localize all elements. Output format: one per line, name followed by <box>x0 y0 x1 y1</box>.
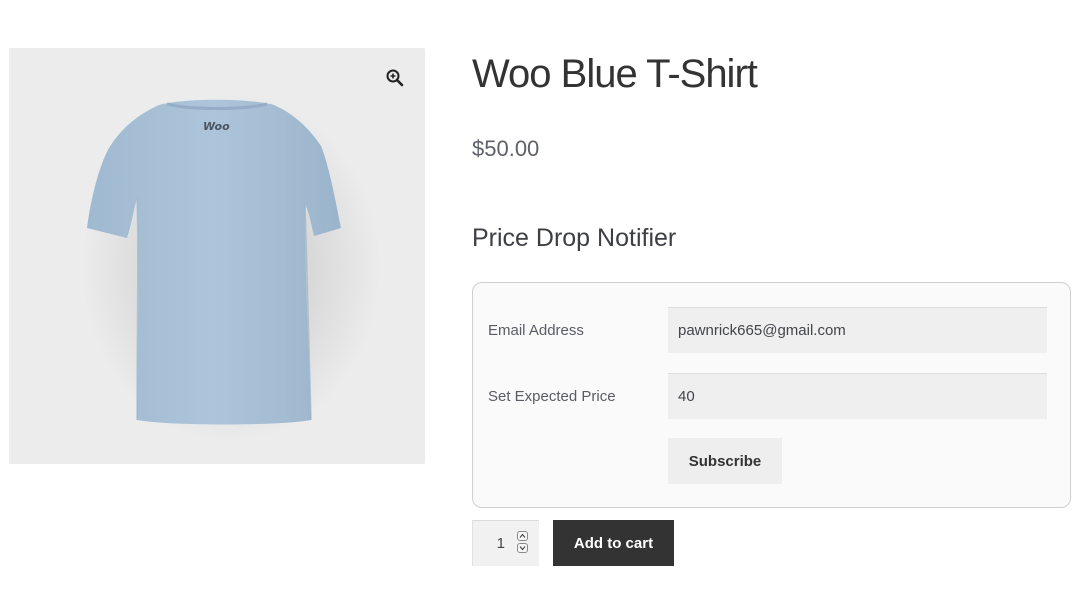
product-gallery[interactable]: Woo <box>9 48 425 464</box>
quantity-stepper[interactable]: 1 <box>472 520 539 566</box>
product-page: Woo Woo Blue T-Shirt $50.00 Price Drop N… <box>0 0 1080 608</box>
zoom-icon[interactable] <box>385 68 405 88</box>
expected-price-field[interactable] <box>668 373 1047 419</box>
quantity-value: 1 <box>496 535 505 552</box>
product-price: $50.00 <box>472 136 540 161</box>
price-drop-notifier-heading: Price Drop Notifier <box>472 224 677 252</box>
chevron-up-icon[interactable] <box>517 531 528 541</box>
product-image: Woo <box>81 93 381 443</box>
chevron-down-icon[interactable] <box>517 543 528 553</box>
price-drop-notifier-form: Email Address Set Expected Price Subscri… <box>472 282 1071 508</box>
email-label: Email Address <box>488 322 584 339</box>
subscribe-button[interactable]: Subscribe <box>668 438 782 484</box>
expected-price-label: Set Expected Price <box>488 388 616 405</box>
email-field[interactable] <box>668 307 1047 353</box>
product-title: Woo Blue T-Shirt <box>472 52 758 96</box>
shirt-logo: Woo <box>203 120 230 133</box>
add-to-cart-button[interactable]: Add to cart <box>553 520 674 566</box>
